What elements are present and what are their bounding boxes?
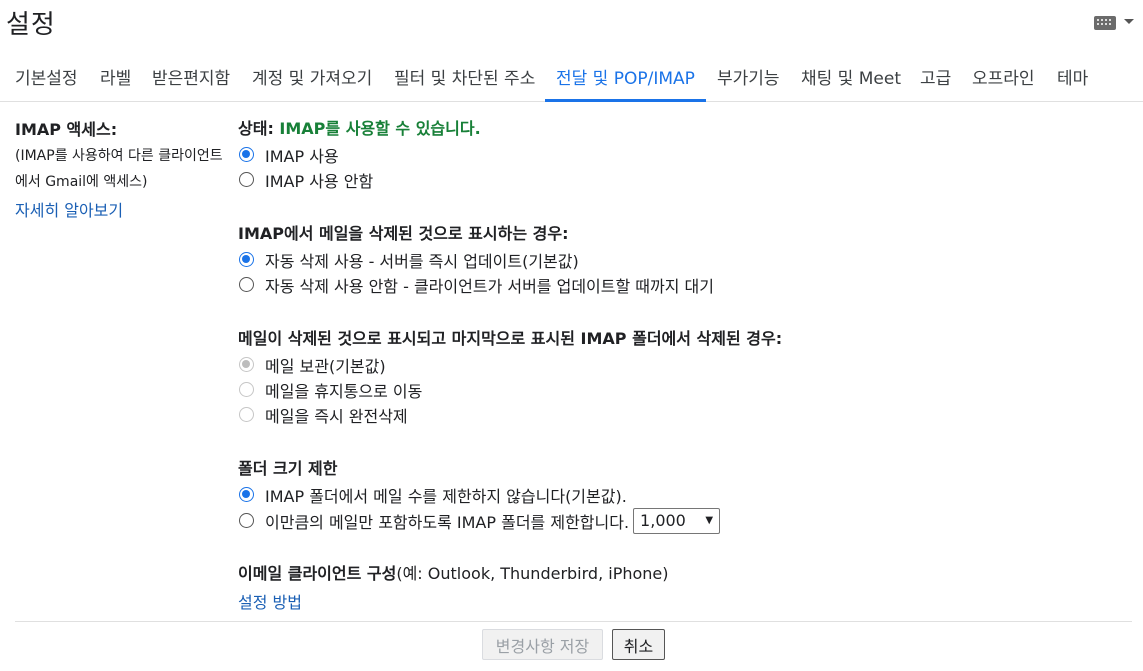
keyboard-icon[interactable] bbox=[1094, 16, 1116, 30]
archive-option: 메일 보관(기본값) bbox=[238, 352, 782, 377]
auto-expunge-on-label: 자동 삭제 사용 - 서버를 즉시 업데이트(기본값) bbox=[265, 251, 579, 271]
imap-disable-label: IMAP 사용 안함 bbox=[265, 171, 374, 191]
no-folder-limit-radio[interactable] bbox=[239, 487, 254, 502]
learn-more-link[interactable]: 자세히 알아보기 bbox=[15, 197, 235, 221]
imap-disable-option[interactable]: IMAP 사용 안함 bbox=[238, 167, 481, 192]
status-label: 상태: bbox=[238, 119, 274, 138]
status-value: IMAP를 사용할 수 있습니다. bbox=[279, 119, 481, 138]
move-to-trash-label: 메일을 휴지통으로 이동 bbox=[265, 381, 423, 401]
tab-advanced[interactable]: 고급 bbox=[920, 64, 951, 89]
no-folder-limit-option[interactable]: IMAP 폴더에서 메일 수를 제한하지 않습니다(기본값). bbox=[238, 482, 720, 507]
tab-general[interactable]: 기본설정 bbox=[15, 64, 78, 89]
imap-access-label: IMAP 액세스: bbox=[15, 120, 118, 139]
expunge-title: IMAP에서 메일을 삭제된 것으로 표시하는 경우: bbox=[238, 224, 569, 243]
tab-filters[interactable]: 필터 및 차단된 주소 bbox=[394, 64, 535, 89]
tab-accounts[interactable]: 계정 및 가져오기 bbox=[252, 64, 372, 89]
folder-limit-select-value: 1,000 bbox=[640, 511, 686, 530]
delete-behavior-title: 메일이 삭제된 것으로 표시되고 마지막으로 표시된 IMAP 폴더에서 삭제된… bbox=[238, 329, 783, 348]
delete-forever-option: 메일을 즉시 완전삭제 bbox=[238, 402, 782, 427]
imap-status-section: 상태: IMAP를 사용할 수 있습니다. IMAP 사용 IMAP 사용 안함 bbox=[238, 116, 481, 192]
save-changes-button[interactable]: 변경사항 저장 bbox=[482, 629, 603, 660]
cancel-button[interactable]: 취소 bbox=[612, 629, 665, 660]
page-title: 설정 bbox=[6, 10, 56, 40]
archive-label: 메일 보관(기본값) bbox=[265, 356, 386, 376]
tab-themes[interactable]: 테마 bbox=[1057, 64, 1088, 89]
delete-forever-radio bbox=[239, 407, 254, 422]
imap-disable-radio[interactable] bbox=[239, 172, 254, 187]
auto-expunge-off-radio[interactable] bbox=[239, 277, 254, 292]
imap-access-description-line1: (IMAP를 사용하여 다른 클라이언트 bbox=[15, 148, 223, 164]
folder-limit-label: 이만큼의 메일만 포함하도록 IMAP 폴더를 제한합니다. bbox=[265, 512, 630, 532]
chevron-down-icon: ▼ bbox=[705, 515, 714, 526]
delete-behavior-section: 메일이 삭제된 것으로 표시되고 마지막으로 표시된 IMAP 폴더에서 삭제된… bbox=[238, 326, 782, 427]
tab-offline[interactable]: 오프라인 bbox=[972, 64, 1035, 89]
imap-access-description: (IMAP를 사용하여 다른 클라이언트 에서 Gmail에 액세스) bbox=[15, 143, 235, 195]
imap-enable-option[interactable]: IMAP 사용 bbox=[238, 142, 481, 167]
imap-access-label-block: IMAP 액세스: (IMAP를 사용하여 다른 클라이언트 에서 Gmail에… bbox=[15, 116, 235, 221]
expunge-section: IMAP에서 메일을 삭제된 것으로 표시하는 경우: 자동 삭제 사용 - 서… bbox=[238, 221, 714, 297]
imap-enable-label: IMAP 사용 bbox=[265, 146, 339, 166]
imap-status-line: 상태: IMAP를 사용할 수 있습니다. bbox=[238, 116, 481, 142]
client-config-examples: (예: Outlook, Thunderbird, iPhone) bbox=[396, 564, 669, 583]
folder-limit-select[interactable]: 1,000 ▼ bbox=[633, 507, 721, 534]
tab-forwarding-pop-imap[interactable]: 전달 및 POP/IMAP bbox=[556, 64, 695, 89]
settings-tabs: 기본설정 라벨 받은편지함 계정 및 가져오기 필터 및 차단된 주소 전달 및… bbox=[0, 52, 1143, 102]
auto-expunge-off-option[interactable]: 자동 삭제 사용 안함 - 클라이언트가 서버를 업데이트할 때까지 대기 bbox=[238, 272, 714, 297]
settings-header: 설정 bbox=[0, 0, 1143, 50]
folder-limit-section: 폴더 크기 제한 IMAP 폴더에서 메일 수를 제한하지 않습니다(기본값).… bbox=[238, 456, 721, 534]
archive-radio bbox=[239, 357, 254, 372]
auto-expunge-on-radio[interactable] bbox=[239, 252, 254, 267]
auto-expunge-off-label: 자동 삭제 사용 안함 - 클라이언트가 서버를 업데이트할 때까지 대기 bbox=[265, 276, 714, 296]
move-to-trash-radio bbox=[239, 382, 254, 397]
delete-forever-label: 메일을 즉시 완전삭제 bbox=[265, 406, 408, 426]
folder-limit-option[interactable]: 이만큼의 메일만 포함하도록 IMAP 폴더를 제한합니다. 1,000 ▼ bbox=[238, 507, 721, 534]
imap-access-description-line2: 에서 Gmail에 액세스) bbox=[15, 174, 148, 190]
tab-addons[interactable]: 부가기능 bbox=[717, 64, 780, 89]
auto-expunge-on-option[interactable]: 자동 삭제 사용 - 서버를 즉시 업데이트(기본값) bbox=[238, 247, 714, 272]
no-folder-limit-label: IMAP 폴더에서 메일 수를 제한하지 않습니다(기본값). bbox=[265, 486, 627, 506]
active-tab-indicator bbox=[545, 99, 706, 102]
caret-down-icon[interactable] bbox=[1124, 19, 1134, 24]
tab-chat-meet[interactable]: 채팅 및 Meet bbox=[801, 64, 901, 89]
client-config-title: 이메일 클라이언트 구성 bbox=[238, 564, 397, 583]
footer-divider bbox=[15, 621, 1132, 622]
move-to-trash-option: 메일을 휴지통으로 이동 bbox=[238, 377, 782, 402]
setup-instructions-link[interactable]: 설정 방법 bbox=[238, 589, 669, 613]
client-config-line: 이메일 클라이언트 구성(예: Outlook, Thunderbird, iP… bbox=[238, 560, 669, 584]
folder-limit-radio[interactable] bbox=[239, 513, 254, 528]
client-config-section: 이메일 클라이언트 구성(예: Outlook, Thunderbird, iP… bbox=[238, 560, 669, 613]
tab-inbox[interactable]: 받은편지함 bbox=[152, 64, 230, 89]
imap-enable-radio[interactable] bbox=[239, 147, 254, 162]
folder-limit-title: 폴더 크기 제한 bbox=[238, 459, 338, 478]
tab-labels[interactable]: 라벨 bbox=[100, 64, 131, 89]
